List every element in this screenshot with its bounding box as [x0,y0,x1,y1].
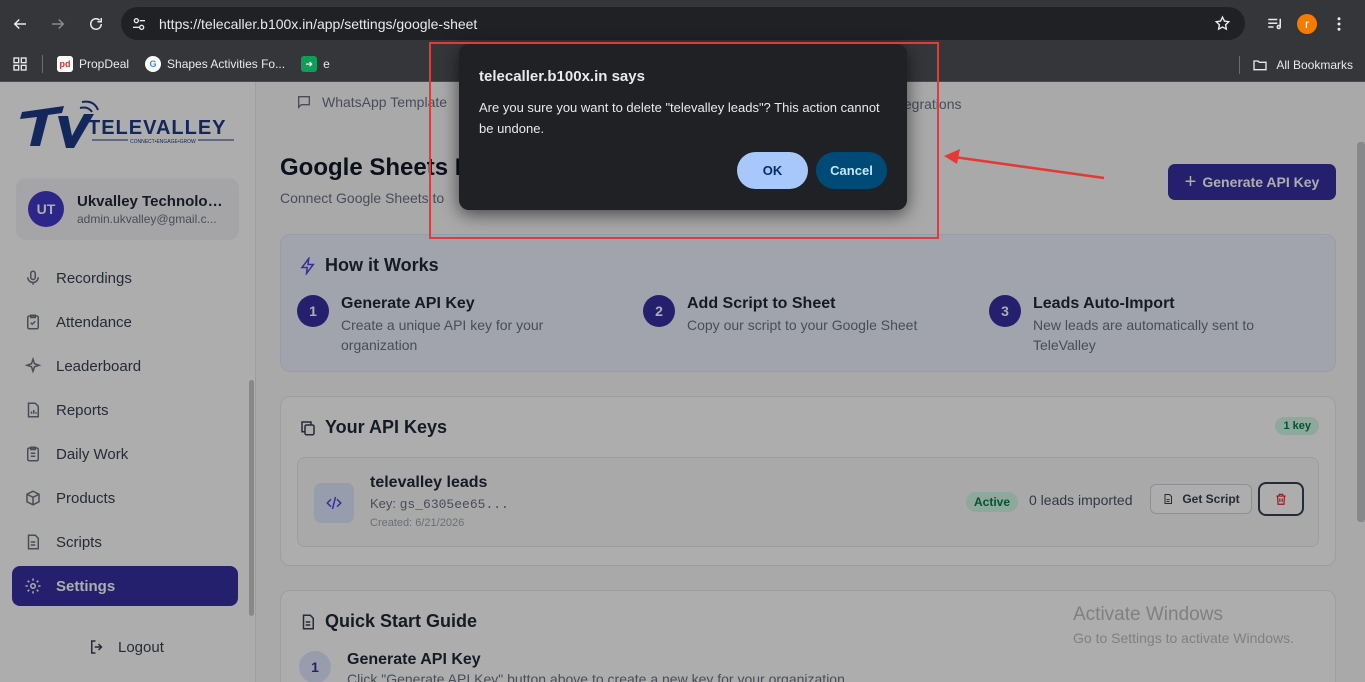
menu-button[interactable] [1323,8,1355,40]
url-text: https://telecaller.b100x.in/app/settings… [159,15,478,32]
bookmark-propdeal[interactable]: pd PropDeal [57,56,129,72]
reload-icon [90,17,102,30]
bookmark-label: e [323,57,330,71]
bookmark-label: Shapes Activities Fo... [167,57,286,71]
site-settings-icon[interactable] [131,16,147,32]
toolbar-right: r [1259,0,1365,47]
media-button[interactable] [1259,8,1291,40]
watermark-line-1: Activate Windows [1073,604,1223,625]
google-favicon: G [145,56,162,72]
browser-toolbar: https://telecaller.b100x.in/app/settings… [0,0,1365,47]
propdeal-favicon: pd [57,56,73,72]
annotation-arrow-icon [944,149,1105,180]
address-bar[interactable]: https://telecaller.b100x.in/app/settings… [121,7,1245,40]
profile-avatar: r [1297,13,1317,34]
profile-button[interactable]: r [1291,8,1323,40]
bookmarks-divider [1239,55,1241,74]
watermark-line-2: Go to Settings to activate Windows. [1073,630,1294,646]
bookmark-shapes[interactable]: G Shapes Activities Fo... [145,56,285,72]
all-bookmarks-button[interactable]: All Bookmarks [1239,47,1353,82]
all-bookmarks-label: All Bookmarks [1276,57,1353,72]
kebab-menu-icon [1337,16,1341,31]
arrow-right-icon [52,18,65,29]
apps-grid-icon [13,57,27,71]
arrow-left-icon [13,18,26,29]
bookmark-e[interactable]: ➜ e [301,56,330,72]
bookmark-label: PropDeal [79,57,130,71]
bookmark-star-icon[interactable] [1214,15,1231,32]
bookmarks-divider [42,55,43,73]
apps-button[interactable] [12,56,28,72]
forward-button[interactable] [40,6,76,42]
back-button[interactable] [2,6,38,42]
windows-watermark: Activate Windows Go to Settings to activ… [1073,604,1294,646]
folder-icon [1253,59,1267,70]
reload-button[interactable] [78,6,114,42]
green-favicon: ➜ [301,56,318,72]
annotation-highlight-box [429,42,939,239]
queue-music-icon [1268,18,1281,29]
